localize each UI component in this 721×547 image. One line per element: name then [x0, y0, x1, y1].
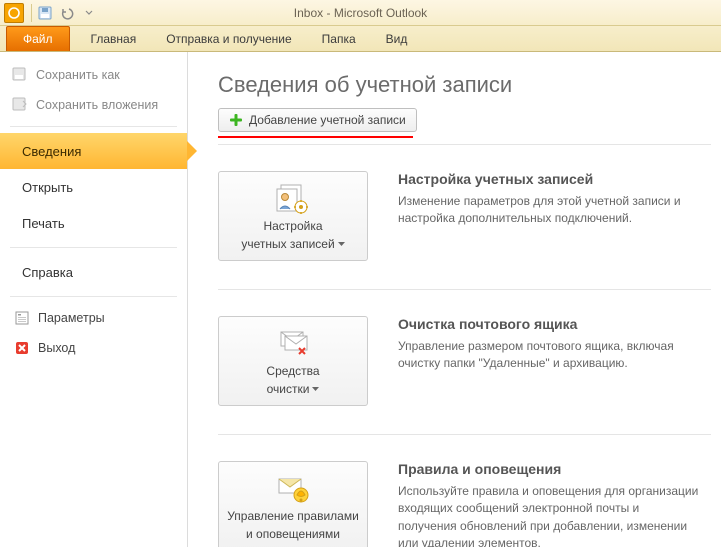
section-desc: Изменение параметров для этой учетной за…	[398, 193, 701, 228]
section-account-settings-text: Настройка учетных записей Изменение пара…	[398, 171, 711, 228]
tab-folder[interactable]: Папка	[307, 26, 371, 51]
account-settings-icon	[275, 183, 311, 215]
nav-help-label: Справка	[22, 265, 73, 280]
nav-exit-label: Выход	[38, 341, 75, 355]
rules-icon	[275, 473, 311, 505]
backstage-content: Сведения об учетной записи Добавление уч…	[188, 52, 721, 547]
rules-button[interactable]: Управление правилами и оповещениями	[218, 461, 368, 547]
tab-home[interactable]: Главная	[76, 26, 152, 51]
tab-file[interactable]: Файл	[6, 26, 70, 51]
save-as-icon	[12, 67, 28, 83]
qat-save-icon[interactable]	[35, 3, 55, 23]
quick-access-toolbar	[35, 0, 99, 25]
rules-label-1: Управление правилами	[227, 509, 359, 523]
title-bar: Inbox - Microsoft Outlook	[0, 0, 721, 26]
nav-separator-2	[10, 247, 177, 248]
account-settings-label-2: учетных записей	[241, 237, 334, 251]
nav-options-label: Параметры	[38, 311, 105, 325]
section-desc: Управление размером почтового ящика, вкл…	[398, 338, 701, 373]
qat-customize-dropdown-icon[interactable]	[79, 3, 99, 23]
add-account-label: Добавление учетной записи	[249, 113, 406, 127]
section-rules-text: Правила и оповещения Используйте правила…	[398, 461, 711, 547]
section-account-settings: Настройка учетных записей Настройка учет…	[218, 144, 711, 283]
backstage-view: Сохранить как Сохранить вложения Сведени…	[0, 52, 721, 547]
nav-separator	[10, 126, 177, 127]
section-title: Правила и оповещения	[398, 461, 701, 477]
section-title: Очистка почтового ящика	[398, 316, 701, 332]
nav-save-attachments-label: Сохранить вложения	[36, 98, 158, 112]
nav-save-attachments[interactable]: Сохранить вложения	[0, 90, 187, 120]
nav-info-label: Сведения	[22, 144, 81, 159]
cleanup-icon	[275, 328, 311, 360]
save-attachments-icon	[12, 97, 28, 113]
window-title: Inbox - Microsoft Outlook	[0, 6, 721, 20]
options-icon	[14, 310, 30, 326]
nav-separator-3	[10, 296, 177, 297]
nav-help[interactable]: Справка	[0, 254, 187, 290]
section-cleanup-text: Очистка почтового ящика Управление разме…	[398, 316, 711, 373]
dropdown-icon	[338, 242, 345, 246]
ribbon-tabs: Файл Главная Отправка и получение Папка …	[0, 26, 721, 52]
nav-open[interactable]: Открыть	[0, 169, 187, 205]
nav-print-label: Печать	[22, 216, 65, 231]
highlight-underline	[218, 136, 413, 138]
nav-options[interactable]: Параметры	[0, 303, 187, 333]
page-title: Сведения об учетной записи	[218, 72, 711, 98]
tab-view[interactable]: Вид	[371, 26, 423, 51]
nav-print[interactable]: Печать	[0, 205, 187, 241]
nav-save-as-label: Сохранить как	[36, 68, 120, 82]
nav-exit[interactable]: Выход	[0, 333, 187, 363]
dropdown-icon	[312, 387, 319, 391]
nav-info[interactable]: Сведения	[0, 133, 187, 169]
section-title: Настройка учетных записей	[398, 171, 701, 187]
add-account-button[interactable]: Добавление учетной записи	[218, 108, 417, 132]
rules-label-2: и оповещениями	[246, 527, 340, 541]
section-cleanup: Средства очистки Очистка почтового ящика…	[218, 289, 711, 428]
account-settings-label-1: Настройка	[263, 219, 322, 233]
qat-separator	[31, 4, 32, 22]
plus-icon	[229, 113, 243, 127]
cleanup-button[interactable]: Средства очистки	[218, 316, 368, 406]
nav-save-as[interactable]: Сохранить как	[0, 60, 187, 90]
cleanup-label-2: очистки	[267, 382, 310, 396]
exit-icon	[14, 340, 30, 356]
backstage-left-nav: Сохранить как Сохранить вложения Сведени…	[0, 52, 188, 547]
qat-undo-icon[interactable]	[57, 3, 77, 23]
account-settings-button[interactable]: Настройка учетных записей	[218, 171, 368, 261]
section-rules: Управление правилами и оповещениями Прав…	[218, 434, 711, 547]
tab-send-receive[interactable]: Отправка и получение	[151, 26, 306, 51]
section-desc: Используйте правила и оповещения для орг…	[398, 483, 701, 547]
nav-open-label: Открыть	[22, 180, 73, 195]
outlook-app-icon	[4, 3, 24, 23]
cleanup-label-1: Средства	[266, 364, 319, 378]
